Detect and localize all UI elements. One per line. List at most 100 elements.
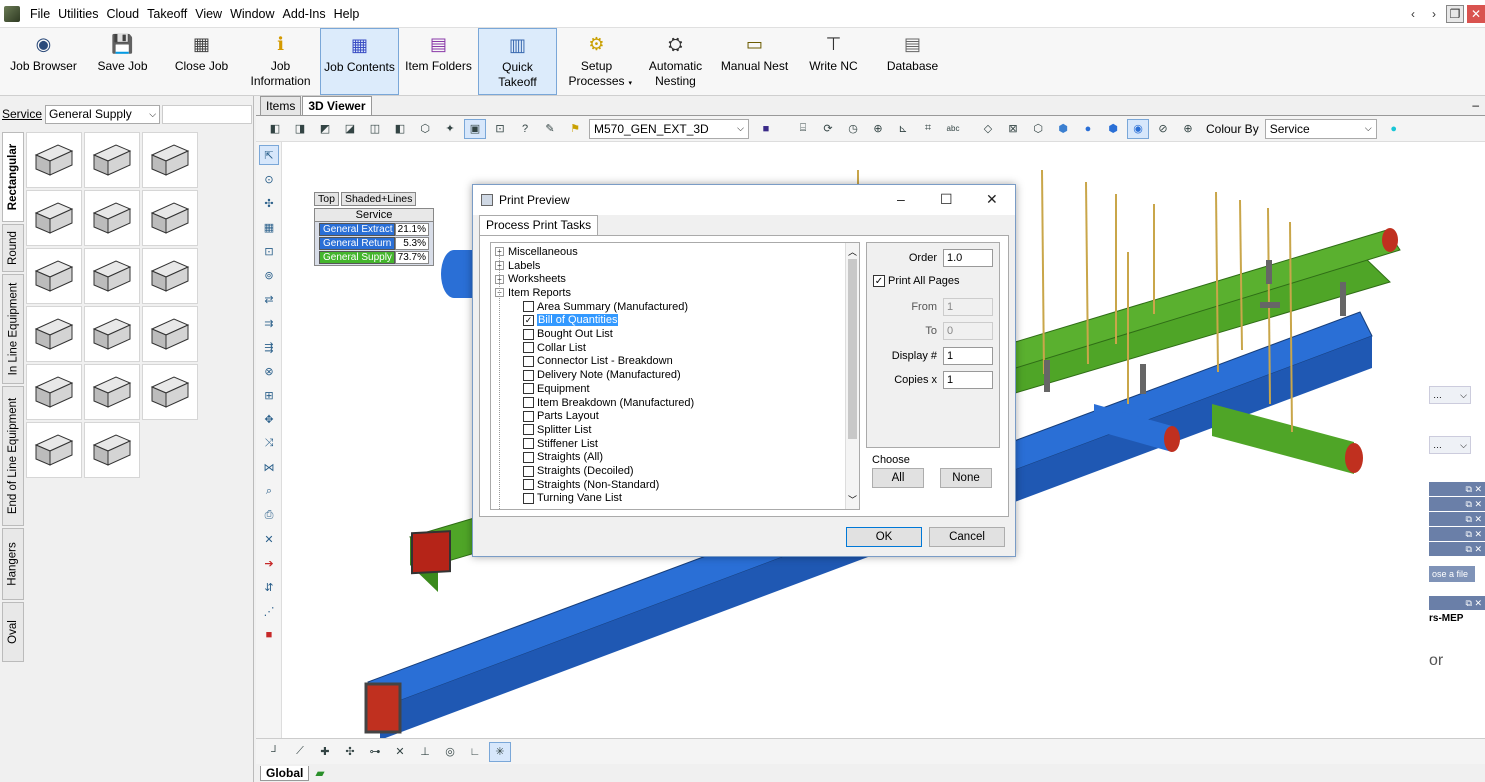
- service-select[interactable]: General Supply ⌵: [45, 104, 161, 124]
- straight-duct-icon[interactable]: [26, 132, 82, 188]
- select-none-button[interactable]: None: [940, 468, 992, 488]
- from-input[interactable]: 1: [943, 298, 993, 316]
- view-front-icon[interactable]: ◨: [289, 119, 311, 139]
- checkbox-icon[interactable]: [523, 451, 534, 463]
- checkbox-icon[interactable]: [523, 301, 534, 313]
- distribute-icon[interactable]: ⋰: [259, 601, 279, 621]
- tree-report-item[interactable]: Bought Out List: [523, 327, 613, 341]
- flag-icon[interactable]: ▰: [315, 766, 324, 780]
- dimension-icon[interactable]: ⌸: [792, 119, 814, 139]
- menu-cloud[interactable]: Cloud: [102, 7, 143, 21]
- tab-end-of-line-equipment[interactable]: End of Line Equipment: [2, 386, 24, 526]
- snap-grid-icon[interactable]: ✳: [489, 741, 511, 762]
- scroll-up-icon[interactable]: ︿: [848, 245, 857, 258]
- menu-window[interactable]: Window: [226, 7, 278, 21]
- annotate-icon[interactable]: ✎: [539, 119, 561, 139]
- tab-oval[interactable]: Oval: [2, 602, 24, 662]
- restore-window-button[interactable]: ❐: [1446, 4, 1464, 23]
- move-icon[interactable]: ⇄: [259, 289, 279, 309]
- tree-report-item[interactable]: Connector List - Breakdown: [523, 355, 673, 369]
- minimize-panel-button[interactable]: –: [1472, 98, 1479, 112]
- end-cap-icon[interactable]: [142, 248, 198, 304]
- select-mode-icon[interactable]: ▣: [464, 118, 486, 139]
- tree-report-item[interactable]: Straights (All): [523, 451, 603, 465]
- damper-duct-icon[interactable]: [84, 132, 140, 188]
- view-iso-icon[interactable]: ⬡: [414, 119, 436, 139]
- plenum-box-icon[interactable]: [84, 422, 140, 478]
- legend-tab-top[interactable]: Top: [314, 192, 339, 206]
- tab-process-print-tasks[interactable]: Process Print Tasks: [479, 215, 599, 235]
- text-abc-icon[interactable]: abc: [942, 119, 964, 139]
- choose-file-button[interactable]: ose a file: [1429, 566, 1475, 582]
- tree-report-item[interactable]: Splitter List: [523, 423, 591, 437]
- maximize-icon[interactable]: ☐: [940, 191, 953, 208]
- partial-combo-1[interactable]: … ⌵: [1429, 386, 1471, 404]
- axis-icon[interactable]: ⊾: [892, 119, 914, 139]
- shaded-cube-icon[interactable]: ⬢: [1102, 119, 1124, 139]
- dropdown-arrow-icon[interactable]: ▾: [628, 76, 632, 91]
- taper-duct-icon[interactable]: [84, 190, 140, 246]
- snapshot-icon[interactable]: ⊡: [489, 119, 511, 139]
- menu-utilities[interactable]: Utilities: [54, 7, 102, 21]
- snap-perp-icon[interactable]: ⊥: [414, 742, 436, 762]
- checkbox-icon[interactable]: [523, 424, 534, 436]
- help-icon[interactable]: ?: [514, 119, 536, 139]
- layer-select[interactable]: M570_GEN_EXT_3D ⌵: [589, 118, 749, 139]
- tree-group-node[interactable]: − Item Reports: [495, 286, 571, 300]
- to-input[interactable]: 0: [943, 322, 993, 340]
- snap-end-icon[interactable]: ┘: [264, 742, 286, 762]
- cross-move-icon[interactable]: ✥: [259, 409, 279, 429]
- tree-report-item[interactable]: Parts Layout: [523, 409, 599, 423]
- view-top-icon[interactable]: ◧: [389, 119, 411, 139]
- view-cube-icon[interactable]: ◧: [264, 119, 286, 139]
- round-hood-icon[interactable]: [142, 306, 198, 362]
- checkbox-checked-icon[interactable]: ✓: [523, 314, 534, 326]
- partial-bar-3[interactable]: ⧉ ✕: [1429, 512, 1485, 526]
- checkbox-icon[interactable]: [523, 355, 534, 367]
- menu-takeoff[interactable]: Takeoff: [143, 7, 191, 21]
- branch-duct-icon[interactable]: [84, 364, 140, 420]
- stack-icon[interactable]: ⊞: [259, 385, 279, 405]
- menu-view[interactable]: View: [191, 7, 226, 21]
- flat-plate-icon[interactable]: [142, 364, 198, 420]
- partial-bar-4[interactable]: ⧉ ✕: [1429, 527, 1485, 541]
- job-contents-ribbon-button[interactable]: ▦ Job Contents: [320, 28, 399, 95]
- close-x-icon[interactable]: ✕: [259, 529, 279, 549]
- ok-button[interactable]: OK: [846, 527, 922, 547]
- layer-color-icon[interactable]: ■: [755, 119, 777, 139]
- copies-input[interactable]: 1: [943, 371, 993, 389]
- red-box-icon[interactable]: ■: [259, 625, 279, 645]
- checkbox-icon[interactable]: [523, 328, 534, 340]
- bend-duct-icon[interactable]: [142, 132, 198, 188]
- box-outline-icon[interactable]: ⬡: [1027, 119, 1049, 139]
- job-browser-ribbon-button[interactable]: ◉ Job Browser: [4, 28, 83, 95]
- snap-intersect-icon[interactable]: ✕: [389, 742, 411, 762]
- tab-global[interactable]: Global: [260, 765, 310, 781]
- tree-report-item[interactable]: Stiffener List: [523, 437, 598, 451]
- tab-round[interactable]: Round: [2, 224, 24, 272]
- orbit-icon[interactable]: ⊕: [867, 119, 889, 139]
- boot-duct-icon[interactable]: [142, 190, 198, 246]
- print-all-pages-checkbox[interactable]: ✓ Print All Pages: [873, 275, 960, 287]
- write-nc-ribbon-button[interactable]: ⊤ Write NC: [794, 28, 873, 95]
- tree-report-item[interactable]: Turning Vane List: [523, 492, 622, 506]
- snap-angle-icon[interactable]: ∟: [464, 742, 486, 762]
- measure-icon[interactable]: ⌕: [259, 481, 279, 501]
- layer-icon[interactable]: ⚑: [564, 119, 586, 139]
- arrow-right-icon[interactable]: ➔: [259, 553, 279, 573]
- lighting-icon[interactable]: ✦: [439, 119, 461, 139]
- select-all-button[interactable]: All: [872, 468, 924, 488]
- close-job-ribbon-button[interactable]: ▦ Close Job: [162, 28, 241, 95]
- checkbox-icon[interactable]: [523, 410, 534, 422]
- forward-arrow-icon[interactable]: ›: [1425, 5, 1443, 23]
- tree-report-item[interactable]: ✓ Bill of Quantities: [523, 314, 619, 328]
- checkbox-icon[interactable]: [523, 397, 534, 409]
- spigot-box-icon[interactable]: [26, 422, 82, 478]
- snap-node-icon[interactable]: ◎: [439, 742, 461, 762]
- tree-report-item[interactable]: Collar List: [523, 341, 586, 355]
- checkbox-icon[interactable]: [523, 369, 534, 381]
- radius-bend-icon[interactable]: [26, 306, 82, 362]
- zoom-window-icon[interactable]: ⊚: [259, 265, 279, 285]
- pointer-icon[interactable]: ⇱: [259, 145, 279, 165]
- sphere-icon[interactable]: ●: [1077, 119, 1099, 139]
